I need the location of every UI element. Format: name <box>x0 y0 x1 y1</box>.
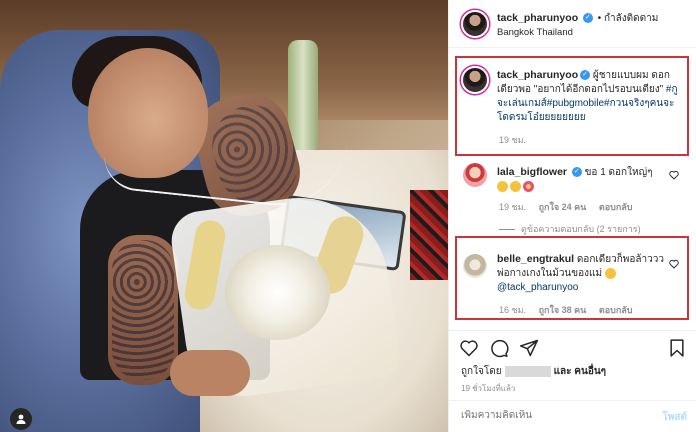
caption-username[interactable]: tack_pharunyoo <box>497 69 578 81</box>
comment-bar: โพสต์ <box>449 400 696 432</box>
photo-hand <box>170 350 250 396</box>
verified-icon: ✓ <box>580 70 591 81</box>
post-location[interactable]: Bangkok Thailand <box>497 27 573 38</box>
post-header: tack_pharunyoo ✓ • กำลังติดตาม Bangkok T… <box>449 0 696 48</box>
comment-reply-button[interactable]: ตอบกลับ <box>599 202 633 212</box>
laugh-emoji <box>497 180 508 192</box>
author-username[interactable]: tack_pharunyoo <box>497 12 578 24</box>
heart-icon[interactable] <box>459 338 479 358</box>
comment-heart-icon[interactable] <box>669 259 679 269</box>
post-timestamp: 19 ชั่วโมงที่แล้ว <box>461 384 516 393</box>
comment-likes-count[interactable]: ถูกใจ 38 คน <box>539 305 587 315</box>
post-photo[interactable] <box>0 0 448 432</box>
comment-input[interactable] <box>461 410 641 421</box>
commenter-avatar[interactable] <box>463 163 487 187</box>
comment-text: ขอ 1 ดอกใหญ่ๆ <box>584 167 653 178</box>
likes-summary: ถูกใจโดย และ คนอื่นๆ <box>461 364 606 379</box>
bookmark-icon[interactable] <box>667 338 687 358</box>
following-button[interactable]: • กำลังติดตาม <box>598 13 659 24</box>
view-replies-link[interactable]: ดูข้อความตอบกลับ (2 รายการ) <box>499 222 641 236</box>
verified-icon: ✓ <box>571 167 582 178</box>
comment-icon[interactable] <box>489 338 509 358</box>
photo-bottle <box>288 40 318 150</box>
author-line: tack_pharunyoo ✓ • กำลังติดตาม <box>497 11 658 26</box>
photo-arm-tattoo <box>112 240 174 380</box>
comment-item: belle_engtrakul ดอกเดียวก็พอล้าววว พ่อกา… <box>497 252 672 295</box>
liker-name-redacted[interactable] <box>504 365 551 377</box>
view-replies-label: ดูข้อความตอบกลับ (2 รายการ) <box>521 224 641 234</box>
comment-time: 16 ชม. <box>499 305 527 315</box>
post-side-panel: tack_pharunyoo ✓ • กำลังติดตาม Bangkok T… <box>448 0 696 432</box>
caption-timestamp: 19 ชม. <box>499 135 527 145</box>
comment-username[interactable]: lala_bigflower <box>497 166 567 178</box>
comment-meta: 16 ชม. ถูกใจ 38 คน ตอบกลับ <box>499 303 633 317</box>
post-comment-button[interactable]: โพสต์ <box>662 410 687 425</box>
comment-heart-icon[interactable] <box>669 170 679 180</box>
comment-reply-button[interactable]: ตอบกลับ <box>599 305 633 315</box>
laugh-emoji <box>604 267 616 279</box>
comment-item: lala_bigflower ✓ ขอ 1 ดอกใหญ่ๆ <box>497 165 672 194</box>
likes-others-link[interactable]: และ คนอื่นๆ <box>554 366 606 377</box>
photo-blanket <box>410 190 448 280</box>
laugh-emoji <box>510 180 521 192</box>
author-avatar[interactable] <box>461 10 489 38</box>
flower-emoji <box>523 180 534 192</box>
comment-mention[interactable]: @tack_pharunyoo <box>497 282 578 293</box>
comment-time: 19 ชม. <box>499 202 527 212</box>
user-tag-icon[interactable] <box>10 408 32 430</box>
commenter-avatar[interactable] <box>463 254 487 278</box>
caption-avatar[interactable] <box>461 66 489 94</box>
share-icon[interactable] <box>519 338 539 358</box>
likes-prefix: ถูกใจโดย <box>461 366 502 377</box>
post-caption: tack_pharunyoo ✓ ผู้ชายแบบผม ดอกเดียวพอ "… <box>497 68 687 125</box>
photo-white-rose <box>225 245 330 340</box>
comment-meta: 19 ชม. ถูกใจ 24 คน ตอบกลับ <box>499 200 633 214</box>
post-action-bar <box>449 330 696 364</box>
comment-likes-count[interactable]: ถูกใจ 24 คน <box>539 202 587 212</box>
verified-icon: ✓ <box>582 13 593 24</box>
comment-username[interactable]: belle_engtrakul <box>497 253 574 265</box>
